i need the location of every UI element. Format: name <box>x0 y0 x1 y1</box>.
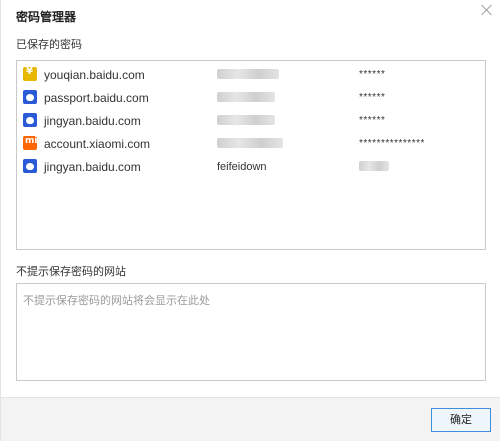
saved-passwords-list[interactable]: youqian.baidu.com ****** passport.baidu.… <box>16 60 486 250</box>
table-row[interactable]: account.xiaomi.com *************** <box>17 133 485 155</box>
close-icon[interactable] <box>480 3 494 17</box>
username-redacted <box>217 115 275 128</box>
site-name: youqian.baidu.com <box>44 68 145 82</box>
site-name: account.xiaomi.com <box>44 137 151 151</box>
saved-passwords-label: 已保存的密码 <box>16 38 82 51</box>
password-manager-dialog: 密码管理器 已保存的密码 youqian.baidu.com ****** pa… <box>0 0 500 441</box>
site-name: jingyan.baidu.com <box>44 114 141 128</box>
username-redacted <box>217 69 279 82</box>
username-redacted <box>217 92 275 105</box>
excluded-sites-list[interactable]: 不提示保存密码的网站将会显示在此处 <box>16 283 486 381</box>
table-row[interactable]: jingyan.baidu.com feifeidown <box>17 156 485 178</box>
dialog-footer: 确定 <box>1 397 500 441</box>
site-name: passport.baidu.com <box>44 91 149 105</box>
password-redacted <box>359 161 389 174</box>
excluded-sites-placeholder: 不提示保存密码的网站将会显示在此处 <box>23 294 210 307</box>
table-row[interactable]: passport.baidu.com ****** <box>17 87 485 109</box>
yen-coin-icon <box>23 66 37 81</box>
password-mask: ****** <box>359 115 386 126</box>
baidu-paw-icon <box>23 90 37 104</box>
table-row[interactable]: youqian.baidu.com ****** <box>17 64 485 86</box>
table-row[interactable]: jingyan.baidu.com ****** <box>17 110 485 132</box>
xiaomi-logo-icon <box>23 136 37 150</box>
dialog-title: 密码管理器 <box>16 10 77 24</box>
baidu-paw-icon <box>23 113 37 127</box>
ok-button[interactable]: 确定 <box>431 408 491 432</box>
username: feifeidown <box>217 161 267 173</box>
excluded-sites-label: 不提示保存密码的网站 <box>16 265 126 278</box>
password-mask: ****** <box>359 92 386 103</box>
username-redacted <box>217 138 283 151</box>
password-mask: *************** <box>359 138 425 149</box>
site-name: jingyan.baidu.com <box>44 160 141 174</box>
baidu-paw-icon <box>23 159 37 173</box>
password-mask: ****** <box>359 69 386 80</box>
